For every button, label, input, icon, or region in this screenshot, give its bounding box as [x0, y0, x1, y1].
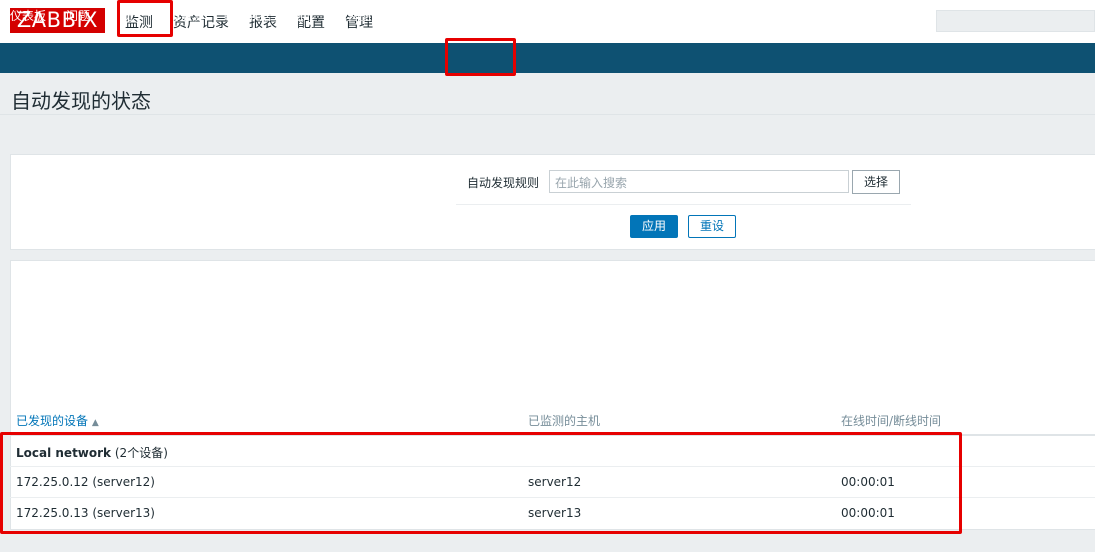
table-row-host: server13	[528, 506, 582, 520]
table-header-divider	[10, 434, 1095, 436]
column-header-discovered-device[interactable]: 已发现的设备 ▲	[16, 412, 99, 429]
subnav-overview[interactable]: 概览	[110, 7, 134, 24]
column-header-monitored-host: 已监测的主机	[528, 414, 601, 428]
filter-divider	[456, 204, 911, 205]
table-row-uptime: 00:00:01	[841, 475, 895, 489]
subnav-services[interactable]: 服务	[527, 7, 551, 24]
discovery-table-panel	[10, 260, 1095, 530]
subnav-discovery[interactable]: 自动发现	[459, 7, 507, 24]
group-row: Local network (2个设备)	[16, 444, 168, 461]
row-divider	[10, 466, 1095, 467]
discovery-rule-input[interactable]: 在此输入搜索	[549, 170, 849, 193]
row-divider	[10, 497, 1095, 498]
subnav-web[interactable]: Web监测	[154, 7, 204, 24]
subnav-graphs[interactable]: 图形	[291, 7, 315, 24]
table-row-device: 172.25.0.12 (server12)	[16, 475, 155, 489]
subnav-latest-data[interactable]: 最新数据	[223, 7, 271, 24]
subnav-screens[interactable]: 聚合图形	[335, 7, 383, 24]
filter-panel	[10, 154, 1095, 250]
table-row-device: 172.25.0.13 (server13)	[16, 506, 155, 520]
reset-button[interactable]: 重设	[688, 215, 736, 238]
table-row-uptime: 00:00:01	[841, 506, 895, 520]
select-button[interactable]: 选择	[852, 170, 900, 194]
column-header-label: 已发现的设备	[16, 414, 89, 428]
discovery-rule-label: 自动发现规则	[467, 176, 540, 190]
group-name: Local network	[16, 446, 112, 460]
table-row-host: server12	[528, 475, 582, 489]
column-header-uptime-downtime: 在线时间/断线时间	[841, 414, 942, 428]
subnav-dashboard[interactable]: 仪表板	[10, 7, 46, 24]
subnav-problems[interactable]: 问题	[66, 7, 90, 24]
page-title: 自动发现的状态	[11, 89, 151, 113]
apply-button[interactable]: 应用	[630, 215, 678, 238]
sub-navigation-bar	[0, 43, 1095, 73]
active-tab-indicator	[459, 26, 507, 29]
title-divider	[0, 114, 1095, 115]
sort-ascending-icon: ▲	[91, 418, 99, 428]
global-search-input[interactable]	[936, 10, 1095, 32]
group-device-count: (2个设备)	[114, 446, 168, 460]
subnav-maps[interactable]: 拓扑图	[403, 7, 439, 24]
